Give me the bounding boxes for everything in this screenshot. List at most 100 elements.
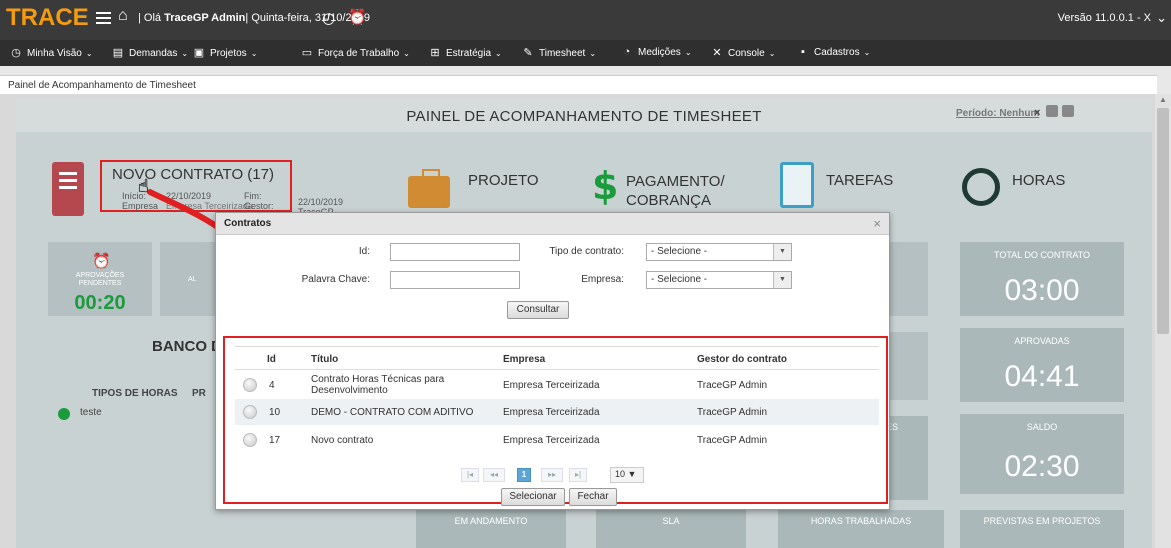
chevron-down-icon: ⌄ xyxy=(85,49,93,58)
chevron-down-icon: ⌄ xyxy=(863,48,871,57)
chevron-down-icon: ⌄ xyxy=(181,49,189,58)
fechar-button[interactable]: Fechar xyxy=(569,488,617,506)
page-size-select[interactable]: 10 ▼ xyxy=(610,467,644,483)
menu-projetos[interactable]: ▣ Projetos ⌄ xyxy=(193,46,258,59)
chart-icon: ▭ xyxy=(301,47,313,59)
scrollbar-thumb[interactable] xyxy=(1157,108,1169,334)
modal-title: Contratos xyxy=(224,218,272,229)
pie-icon: ◔ xyxy=(623,46,631,58)
empresa-select[interactable]: - Selecione - ▼ xyxy=(646,271,792,289)
consultar-button[interactable]: Consultar xyxy=(507,301,569,319)
tipo-contrato-label: Tipo de contrato: xyxy=(549,246,624,257)
brand-logo[interactable]: TRACE xyxy=(6,4,89,32)
clear-periodo-icon[interactable]: × xyxy=(1034,107,1040,119)
menu-cadastros[interactable]: ▪ Cadastros ⌄ xyxy=(797,46,870,58)
col-id[interactable]: Id xyxy=(267,354,276,365)
greeting-prefix: | Olá xyxy=(138,12,162,24)
tab-strip: Painel de Acompanhamento de Timesheet xyxy=(0,66,1171,94)
previstas-tile[interactable]: PREVISTAS EM PROJETOS xyxy=(960,510,1124,548)
chevron-down-icon: ⌄ xyxy=(250,49,258,58)
col-empresa[interactable]: Empresa xyxy=(503,354,545,365)
home-icon[interactable]: ⌂ xyxy=(118,8,128,24)
top-bar: TRACE ⌂ | Olá TraceGP Admin| Quinta-feir… xyxy=(0,0,1171,40)
menu-minha-visao[interactable]: ◷ Minha Visão ⌄ xyxy=(10,46,93,59)
print-icon[interactable] xyxy=(1062,105,1074,117)
aprovadas-value: 04:41 xyxy=(1004,360,1080,393)
aprovadas-tile[interactable]: APROVADAS 04:41 xyxy=(960,328,1124,402)
row-radio[interactable] xyxy=(243,405,257,419)
menu-demandas[interactable]: ▤ Demandas ⌄ xyxy=(112,46,188,59)
pen-icon: ✎ xyxy=(523,47,533,59)
modal-header: Contratos × xyxy=(216,213,889,235)
current-page[interactable]: 1 xyxy=(517,468,531,482)
row-radio[interactable] xyxy=(243,433,257,447)
section-projeto[interactable]: PROJETO xyxy=(468,172,539,189)
section-horas[interactable]: HORAS xyxy=(1012,172,1065,189)
section-pagamento[interactable]: PAGAMENTO/ COBRANÇA xyxy=(626,172,725,210)
tipo-contrato-select[interactable]: - Selecione - ▼ xyxy=(646,243,792,261)
next-page-icon[interactable]: ▸▸ xyxy=(541,468,563,482)
contract-title[interactable]: NOVO CONTRATO (17) xyxy=(112,166,274,183)
sla-tile[interactable]: SLA xyxy=(596,510,746,548)
menu-timesheet[interactable]: ✎ Timesheet ⌄ xyxy=(522,46,596,59)
version-label: Versão 11.0.0.1 - X xyxy=(1057,12,1151,24)
chevron-down-icon: ▼ xyxy=(627,469,637,479)
alarm-clock-icon xyxy=(962,168,1000,206)
timer-icon[interactable]: ◴ xyxy=(322,9,335,27)
table-row[interactable]: 10 DEMO - CONTRATO COM ADITIVO Empresa T… xyxy=(235,399,879,425)
chevron-down-icon: ▼ xyxy=(773,272,791,288)
total-contrato-value: 03:00 xyxy=(1004,274,1080,307)
col-gestor[interactable]: Gestor do contrato xyxy=(697,354,787,365)
col-titulo[interactable]: Título xyxy=(311,354,338,365)
table-row[interactable]: 17 Novo contrato Empresa Terceirizada Tr… xyxy=(235,427,879,453)
chevron-down-icon: ⌄ xyxy=(684,48,692,57)
clock-icon xyxy=(58,408,70,420)
briefcase-icon xyxy=(408,169,450,208)
row-radio[interactable] xyxy=(243,378,257,392)
hierarchy-icon: ⊞ xyxy=(430,47,440,59)
em-andamento-tile[interactable]: EM ANDAMENTO xyxy=(416,510,566,548)
greeting: | Olá TraceGP Admin| Quinta-feira, 31/10… xyxy=(138,12,370,24)
alarm-clock-icon: ⏰ xyxy=(92,253,111,270)
panel-header: PAINEL DE ACOMPANHAMENTO DE TIMESHEET Pe… xyxy=(16,98,1152,132)
alarm-clock-icon[interactable]: ⏰ xyxy=(348,8,367,26)
scroll-up-icon[interactable]: ▲ xyxy=(1159,95,1167,104)
chevron-down-icon[interactable]: ⌄ xyxy=(1156,10,1167,26)
chevron-down-icon: ⌄ xyxy=(589,49,597,58)
horas-trabalhadas-tile[interactable]: HORAS TRABALHADAS xyxy=(778,510,944,548)
aprovacoes-pendentes-tile[interactable]: ⏰ APROVAÇÕES PENDENTES 00:20 xyxy=(48,242,152,316)
prev-page-icon[interactable]: ◂◂ xyxy=(483,468,505,482)
alarm-clock-icon: ◷ xyxy=(11,47,21,59)
export-icon[interactable] xyxy=(1046,105,1058,117)
tipos-de-horas-header: TIPOS DE HORAS xyxy=(92,388,178,399)
menu-estrategia[interactable]: ⊞ Estratégia ⌄ xyxy=(429,46,502,59)
menu-forca-de-trabalho[interactable]: ▭ Força de Trabalho ⌄ xyxy=(301,46,410,59)
total-contrato-tile[interactable]: TOTAL DO CONTRATO 03:00 xyxy=(960,242,1124,316)
grid-header: Id Título Empresa Gestor do contrato xyxy=(235,346,879,370)
periodo-link[interactable]: Período: Nenhum xyxy=(956,108,1039,119)
menu-console[interactable]: ✕ Console ⌄ xyxy=(711,46,775,59)
document-icon: ▤ xyxy=(112,47,124,59)
close-icon[interactable]: × xyxy=(873,216,881,231)
tipo-row-teste: teste xyxy=(80,407,102,418)
contract-end-date: 22/10/2019 xyxy=(298,197,344,207)
banco-heading: BANCO D xyxy=(152,338,222,355)
alocacoes-tile[interactable]: AL xyxy=(160,242,220,316)
selecionar-button[interactable]: Selecionar xyxy=(501,488,565,506)
tipos-header-2: PR xyxy=(192,388,206,399)
section-tarefas[interactable]: TAREFAS xyxy=(826,172,893,189)
saldo-tile[interactable]: SALDO 02:30 xyxy=(960,414,1124,494)
table-row[interactable]: 4 Contrato Horas Técnicas para Desenvolv… xyxy=(235,372,879,398)
last-page-icon[interactable]: ▸| xyxy=(569,468,587,482)
scrollbar[interactable]: ▲ xyxy=(1155,94,1171,548)
contract-start-date: 22/10/2019 xyxy=(166,191,212,201)
first-page-icon[interactable]: |◂ xyxy=(461,468,479,482)
hamburger-menu-icon[interactable] xyxy=(96,12,111,24)
id-input[interactable] xyxy=(390,243,520,261)
menu-medicoes[interactable]: ◔ Medições ⌄ xyxy=(621,46,692,58)
chevron-down-icon: ⌄ xyxy=(495,49,502,58)
palavra-chave-input[interactable] xyxy=(390,271,520,289)
folder-icon: ▪ xyxy=(801,46,805,58)
saldo-value: 02:30 xyxy=(1004,450,1080,483)
tab-painel-timesheet[interactable]: Painel de Acompanhamento de Timesheet xyxy=(0,75,1157,94)
